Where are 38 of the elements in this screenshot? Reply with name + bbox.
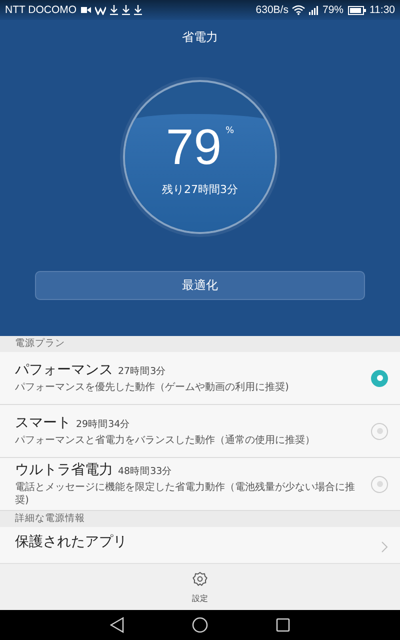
- section-header: 詳細な電源情報: [0, 511, 400, 527]
- clock: 11:30: [370, 4, 395, 16]
- section-header: 電源プラン: [0, 336, 400, 352]
- radio-button[interactable]: [371, 476, 388, 492]
- item-description: パフォーマンスと省電力をバランスした動作（通常の使用に推奨）: [15, 435, 316, 448]
- radio-button[interactable]: [371, 370, 388, 386]
- signal-icon: [309, 6, 318, 14]
- battery-icon: [348, 6, 366, 14]
- network-speed: 630B/s: [256, 4, 288, 16]
- item-title: パフォーマンス: [15, 361, 113, 380]
- w-logo-icon: [94, 6, 106, 14]
- item-title: スマート: [15, 414, 71, 432]
- item-description: パフォーマンスを優先した動作（ゲームや動画の利用に推奨): [15, 382, 290, 395]
- recents-icon[interactable]: [276, 618, 290, 632]
- wifi-icon: [292, 5, 306, 15]
- carrier-name: NTT DOCOMO: [5, 4, 77, 16]
- video-icon: [80, 6, 91, 14]
- estimated-time: 29時間34分: [76, 418, 130, 432]
- optimize-button[interactable]: 最適化: [35, 271, 365, 300]
- download-icon: [134, 5, 142, 15]
- item-title: 保護されたアプリ: [15, 533, 127, 551]
- radio-button[interactable]: [371, 422, 388, 440]
- chevron-right-icon: [381, 541, 388, 553]
- item-title: ウルトラ省電力: [15, 461, 113, 479]
- item-description: 電話とメッセージに機能を限定した省電力動作（電池残量が少ない場合に推奨): [15, 482, 356, 507]
- battery-percent: 79%: [322, 4, 344, 16]
- settings-icon: [192, 570, 208, 586]
- screen-title: 省電力: [182, 29, 218, 46]
- settings-button[interactable]: 設定: [192, 570, 208, 604]
- remaining-time: 残り27時間3分: [162, 182, 238, 196]
- estimated-time: 48時間33分: [118, 465, 172, 478]
- home-icon[interactable]: [192, 617, 208, 633]
- percent-sign: %: [226, 126, 234, 136]
- download-icon: [122, 5, 130, 15]
- download-icon: [110, 5, 118, 15]
- estimated-time: 27時間3分: [118, 365, 166, 378]
- back-icon[interactable]: [110, 617, 124, 633]
- battery-value: 79: [166, 122, 222, 172]
